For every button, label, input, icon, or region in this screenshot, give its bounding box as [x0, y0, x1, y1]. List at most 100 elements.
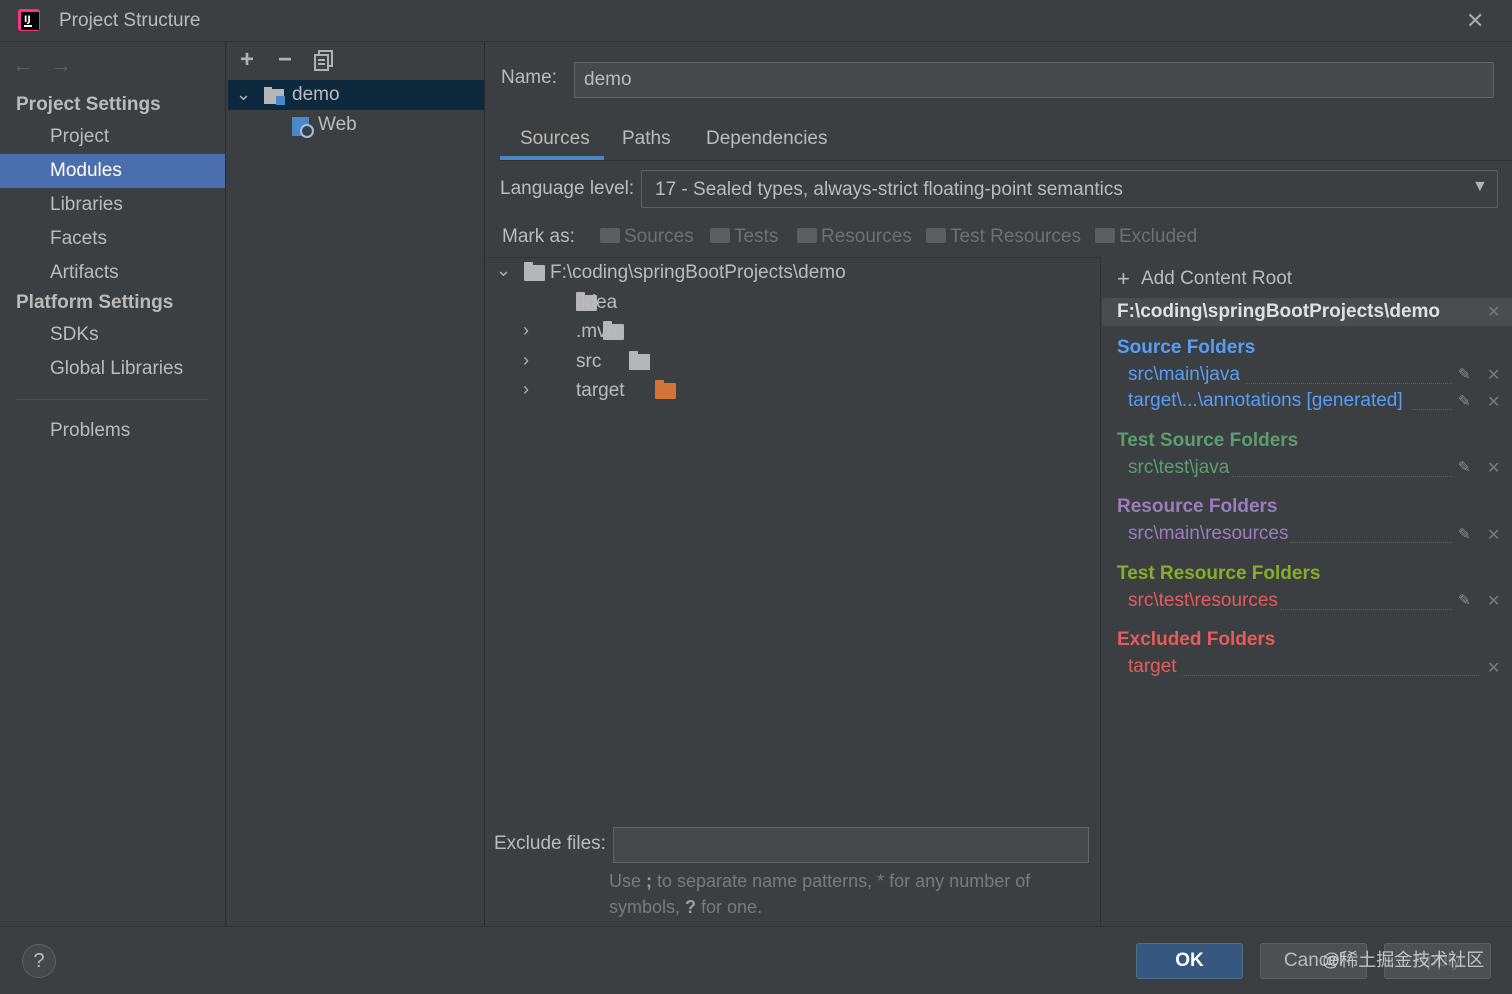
- remove-folder-icon[interactable]: ✕: [1487, 658, 1500, 678]
- exclude-files-input[interactable]: [613, 827, 1089, 863]
- sidebar-item-project[interactable]: Project: [0, 120, 225, 154]
- title-bar: [0, 0, 1512, 42]
- tree-item-src[interactable]: src: [576, 351, 601, 373]
- tree-root-path[interactable]: F:\coding\springBootProjects\demo: [550, 262, 846, 284]
- mark-as-label: Mark as:: [502, 226, 575, 247]
- mark-as-resources-button[interactable]: Resources: [797, 226, 912, 248]
- remove-module-button[interactable]: −: [273, 48, 297, 72]
- test-resources-folder-icon: [926, 228, 946, 243]
- intellij-logo-icon: IJ: [18, 9, 40, 31]
- back-arrow-icon[interactable]: ←: [12, 52, 34, 78]
- folder-icon: [710, 228, 730, 243]
- dropdown-caret-icon[interactable]: ▼: [1472, 178, 1488, 196]
- mark-as-resources-label: Resources: [821, 226, 912, 247]
- excluded-folder-item[interactable]: target: [1128, 656, 1177, 678]
- language-level-select[interactable]: 17 - Sealed types, always-strict floatin…: [641, 170, 1498, 208]
- chevron-down-icon[interactable]: ⌄: [496, 260, 511, 281]
- remove-folder-icon[interactable]: ✕: [1487, 525, 1500, 545]
- tree-item-idea[interactable]: .idea: [576, 292, 617, 314]
- dotted-leader: [1290, 542, 1452, 543]
- edit-pencil-icon[interactable]: ✎: [1458, 525, 1471, 543]
- plus-icon[interactable]: +: [1117, 266, 1130, 292]
- module-folder-icon: [264, 87, 285, 105]
- dotted-leader: [1280, 609, 1452, 610]
- tree-item-mvn[interactable]: .mvn: [576, 321, 617, 343]
- excluded-folder-icon: [655, 380, 677, 399]
- copy-icon[interactable]: [313, 50, 335, 72]
- chevron-down-icon[interactable]: ⌄: [236, 84, 251, 105]
- resource-folder-item[interactable]: src\main\resources: [1128, 523, 1289, 545]
- excluded-folders-heading: Excluded Folders: [1117, 629, 1276, 650]
- project-settings-heading: Project Settings: [16, 94, 161, 115]
- edit-pencil-icon[interactable]: ✎: [1458, 591, 1471, 609]
- source-folder-item[interactable]: src\main\java: [1128, 364, 1240, 386]
- module-tree-pane: [227, 42, 485, 926]
- sidebar-item-libraries[interactable]: Libraries: [0, 188, 225, 222]
- test-source-folders-heading: Test Source Folders: [1117, 430, 1299, 451]
- dotted-leader: [1232, 476, 1452, 477]
- tab-sources[interactable]: Sources: [520, 128, 590, 150]
- mark-as-excluded-button[interactable]: Excluded: [1095, 226, 1197, 248]
- ok-button[interactable]: OK: [1136, 943, 1243, 979]
- help-button[interactable]: ?: [22, 944, 56, 978]
- sidebar-item-facets[interactable]: Facets: [0, 222, 225, 256]
- sidebar-item-problems[interactable]: Problems: [0, 414, 225, 448]
- tab-dependencies[interactable]: Dependencies: [706, 128, 827, 150]
- platform-settings-heading: Platform Settings: [16, 292, 174, 313]
- remove-folder-icon[interactable]: ✕: [1487, 591, 1500, 611]
- remove-folder-icon[interactable]: ✕: [1487, 392, 1500, 412]
- remove-folder-icon[interactable]: ✕: [1487, 365, 1500, 385]
- facet-web[interactable]: Web: [318, 114, 357, 136]
- edit-pencil-icon[interactable]: ✎: [1458, 458, 1471, 476]
- folder-icon: [524, 262, 545, 281]
- mark-as-sources-button[interactable]: Sources: [600, 226, 694, 248]
- svg-text:IJ: IJ: [24, 15, 31, 25]
- test-resource-folder-item[interactable]: src\test\resources: [1128, 590, 1278, 612]
- remove-folder-icon[interactable]: ✕: [1487, 458, 1500, 478]
- source-folders-heading: Source Folders: [1117, 337, 1256, 358]
- window-title: Project Structure: [59, 10, 201, 31]
- content-root-path: F:\coding\springBootProjects\demo: [1117, 301, 1441, 322]
- sidebar-item-modules[interactable]: Modules: [0, 154, 225, 188]
- sidebar-item-artifacts[interactable]: Artifacts: [0, 256, 225, 290]
- folder-icon: [600, 228, 620, 243]
- mark-as-test-resources-label: Test Resources: [950, 226, 1081, 247]
- edit-pencil-icon[interactable]: ✎: [1458, 392, 1471, 410]
- mark-as-excluded-label: Excluded: [1119, 226, 1198, 247]
- watermark-text: @稀土掘金技术社区: [1322, 950, 1485, 970]
- resources-folder-icon: [797, 228, 817, 243]
- mark-as-sources-label: Sources: [624, 226, 694, 247]
- test-resource-folders-heading: Test Resource Folders: [1117, 563, 1321, 584]
- exclude-files-label: Exclude files:: [494, 833, 606, 854]
- dotted-leader: [1245, 383, 1452, 384]
- exclude-files-hint: Use ; to separate name patterns, * for a…: [609, 871, 1031, 917]
- mark-as-tests-label: Tests: [734, 226, 779, 247]
- sidebar-item-sdks[interactable]: SDKs: [0, 318, 225, 352]
- chevron-right-icon[interactable]: ›: [523, 379, 529, 400]
- chevron-right-icon[interactable]: ›: [523, 320, 529, 341]
- remove-content-root-icon[interactable]: ✕: [1487, 302, 1500, 322]
- resource-folders-heading: Resource Folders: [1117, 496, 1278, 517]
- add-module-button[interactable]: +: [235, 48, 259, 72]
- module-name: demo: [292, 84, 340, 105]
- mark-as-test-resources-button[interactable]: Test Resources: [926, 226, 1081, 248]
- test-source-folder-item[interactable]: src\test\java: [1128, 457, 1229, 479]
- tab-paths[interactable]: Paths: [622, 128, 671, 150]
- language-level-label: Language level:: [500, 178, 635, 199]
- dotted-leader: [1182, 675, 1479, 676]
- source-folder-item[interactable]: target\...\annotations [generated]: [1128, 390, 1403, 412]
- forward-arrow-icon[interactable]: →: [50, 52, 72, 78]
- sidebar-item-global-libraries[interactable]: Global Libraries: [0, 352, 225, 386]
- chevron-right-icon[interactable]: ›: [523, 350, 529, 371]
- tabs-divider: [500, 160, 1512, 161]
- module-name-input[interactable]: [574, 62, 1494, 98]
- edit-pencil-icon[interactable]: ✎: [1458, 365, 1471, 383]
- excluded-folder-icon: [1095, 228, 1115, 243]
- web-facet-icon: [292, 117, 314, 138]
- mark-as-tests-button[interactable]: Tests: [710, 226, 778, 248]
- folder-icon: [628, 351, 650, 370]
- tree-item-target[interactable]: target: [576, 380, 625, 402]
- sidebar-divider: [16, 399, 208, 400]
- close-icon[interactable]: ✕: [1466, 8, 1484, 34]
- add-content-root-link[interactable]: Add Content Root: [1141, 268, 1292, 290]
